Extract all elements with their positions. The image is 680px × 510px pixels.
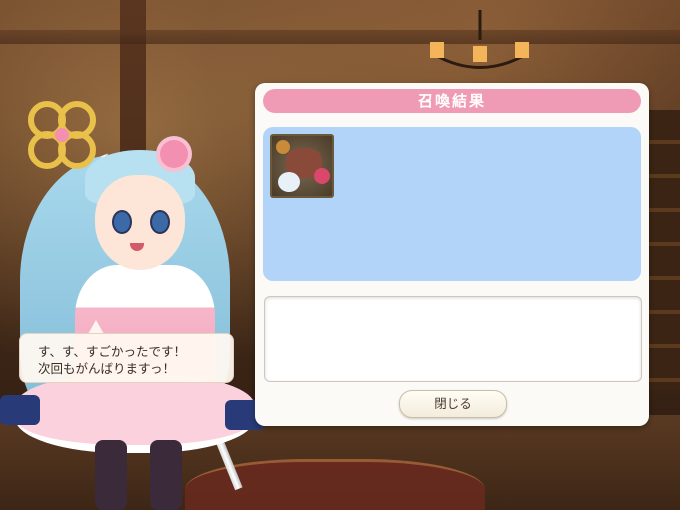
character-face bbox=[95, 175, 185, 270]
speech-bubble: す、す、すごかったです！ 次回もがんばりますっ！ bbox=[19, 333, 234, 383]
speech-line-2: 次回もがんばりますっ！ bbox=[38, 361, 176, 376]
character-eye bbox=[112, 210, 132, 234]
character-leg bbox=[150, 440, 182, 510]
speech-line-1: す、す、すごかったです！ bbox=[38, 344, 187, 359]
ceiling-beam bbox=[0, 30, 680, 44]
hair-flower-icon bbox=[160, 140, 188, 168]
close-button[interactable]: 閉じる bbox=[399, 390, 507, 418]
summon-result-dialog: 召喚結果 閉じる bbox=[255, 83, 649, 426]
result-item-grid bbox=[263, 127, 641, 281]
character-illustration bbox=[0, 95, 280, 510]
character-skirt bbox=[15, 375, 255, 453]
speech-bubble-tail bbox=[88, 320, 104, 334]
chandelier-icon bbox=[430, 10, 529, 69]
dialog-title: 召喚結果 bbox=[263, 89, 641, 113]
character-leg bbox=[95, 440, 127, 510]
summoned-item-icon[interactable] bbox=[270, 134, 334, 198]
flower-art bbox=[278, 172, 300, 192]
ribbon-left bbox=[0, 395, 40, 425]
staff-head-icon bbox=[28, 101, 96, 169]
gem-icon bbox=[314, 168, 330, 184]
result-message-box bbox=[264, 296, 642, 382]
character-eye bbox=[150, 210, 170, 234]
